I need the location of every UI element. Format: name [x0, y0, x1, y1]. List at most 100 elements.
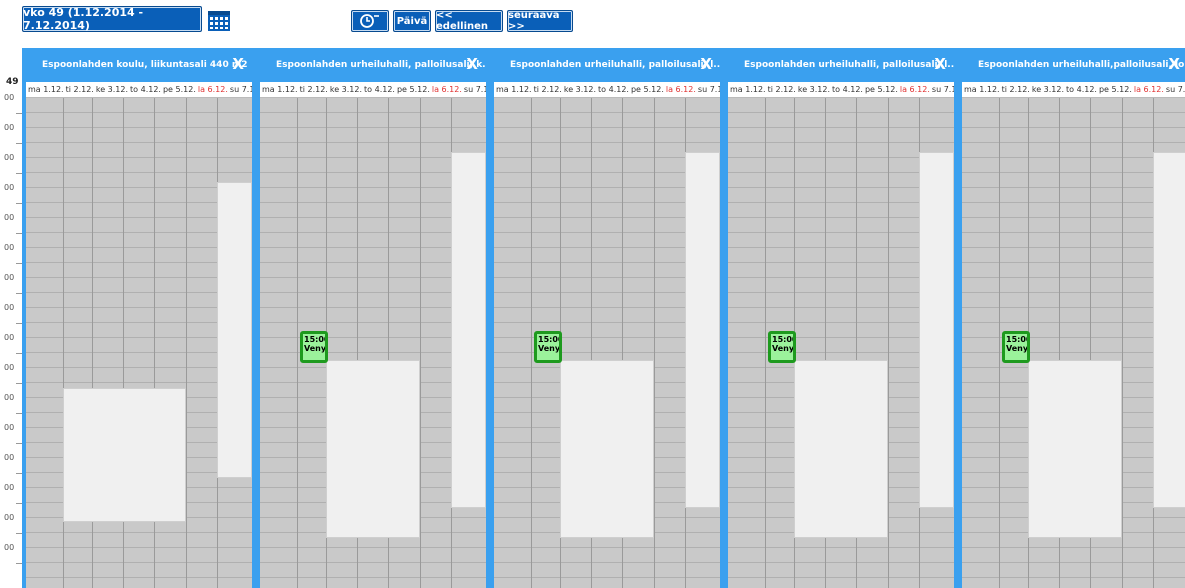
- day-header-row: ma 1.12. ti 2.12. ke 3.12. to 4.12. pe 5.12.…: [962, 82, 1185, 98]
- resource-panel: Espoonlahden urheiluhalli, palloilusali,…: [490, 48, 724, 588]
- day-header[interactable]: su 7.12.: [930, 85, 954, 94]
- day-header[interactable]: to 4.12.: [362, 85, 395, 94]
- day-header[interactable]: ti 2.12.: [64, 85, 94, 94]
- day-header[interactable]: la 6.12.: [664, 85, 696, 94]
- day-header[interactable]: ti 2.12.: [532, 85, 562, 94]
- day-header[interactable]: ke 3.12.: [328, 85, 362, 94]
- day-header[interactable]: pe 5.12.: [629, 85, 664, 94]
- day-header[interactable]: to 4.12.: [1064, 85, 1097, 94]
- hour-label: 00: [4, 393, 15, 402]
- day-header[interactable]: su 7.12.: [228, 85, 252, 94]
- open-time-block[interactable]: [1153, 152, 1185, 508]
- open-time-block[interactable]: [560, 360, 654, 538]
- day-header[interactable]: ma 1.12.: [728, 85, 766, 94]
- day-view-button[interactable]: Päivä: [393, 10, 431, 32]
- day-header[interactable]: pe 5.12.: [395, 85, 430, 94]
- clock-icon: [360, 14, 379, 28]
- open-time-block[interactable]: [63, 388, 186, 522]
- day-header[interactable]: pe 5.12.: [161, 85, 196, 94]
- day-header[interactable]: la 6.12.: [1132, 85, 1164, 94]
- day-header[interactable]: ke 3.12.: [1030, 85, 1064, 94]
- day-header[interactable]: su 7.12.: [1164, 85, 1185, 94]
- day-column-divider: [297, 98, 298, 588]
- hour-label: 00: [4, 93, 15, 102]
- time-grid[interactable]: 15:00 Veny: [728, 98, 954, 588]
- hour-label: 00: [4, 273, 15, 282]
- day-header[interactable]: pe 5.12.: [1097, 85, 1132, 94]
- time-range-button[interactable]: [351, 10, 389, 32]
- event-time: 15:00: [1006, 335, 1030, 344]
- day-header[interactable]: ti 2.12.: [298, 85, 328, 94]
- day-header[interactable]: ma 1.12.: [260, 85, 298, 94]
- day-header[interactable]: ke 3.12.: [94, 85, 128, 94]
- open-time-block[interactable]: [217, 182, 252, 478]
- day-header[interactable]: to 4.12.: [830, 85, 863, 94]
- hour-label: 00: [4, 123, 15, 132]
- calendar-icon[interactable]: [207, 8, 231, 32]
- panel-header: Espoonlahden koulu, liikuntasali 440 m2 X: [26, 48, 252, 82]
- close-panel-button[interactable]: X: [466, 54, 478, 74]
- time-grid[interactable]: 15:00 Veny: [260, 98, 486, 588]
- day-header[interactable]: la 6.12.: [430, 85, 462, 94]
- day-header[interactable]: ke 3.12.: [562, 85, 596, 94]
- day-header-row: ma 1.12. ti 2.12. ke 3.12. to 4.12. pe 5.12.…: [494, 82, 720, 98]
- open-time-block[interactable]: [685, 152, 720, 508]
- next-week-button[interactable]: seuraava >>: [507, 10, 573, 32]
- day-header[interactable]: ma 1.12.: [26, 85, 64, 94]
- day-header-row: ma 1.12. ti 2.12. ke 3.12. to 4.12. pe 5.12.…: [728, 82, 954, 98]
- panel-title: Espoonlahden urheiluhalli, palloilusali,…: [276, 60, 486, 70]
- hour-label: 00: [4, 543, 15, 552]
- day-header-row: ma 1.12. ti 2.12. ke 3.12. to 4.12. pe 5.12.…: [26, 82, 252, 98]
- booking-event[interactable]: 15:00 Veny: [534, 331, 562, 363]
- time-grid[interactable]: 15:00 Veny: [962, 98, 1185, 588]
- close-panel-button[interactable]: X: [700, 54, 712, 74]
- previous-week-button[interactable]: << edellinen: [435, 10, 503, 32]
- day-header[interactable]: ma 1.12.: [494, 85, 532, 94]
- close-panel-button[interactable]: X: [1168, 54, 1180, 74]
- booking-event[interactable]: 15:00 Veny: [768, 331, 796, 363]
- day-header[interactable]: to 4.12.: [596, 85, 629, 94]
- resource-panel: Espoonlahden koulu, liikuntasali 440 m2 X…: [22, 48, 256, 588]
- week-selector-button[interactable]: vko 49 (1.12.2014 - 7.12.2014): [22, 6, 202, 32]
- booking-event[interactable]: 15:00 Veny: [300, 331, 328, 363]
- open-time-block[interactable]: [326, 360, 420, 538]
- hour-label: 00: [4, 483, 15, 492]
- day-header[interactable]: la 6.12.: [898, 85, 930, 94]
- resource-panel: Espoonlahden urheiluhalli,palloilusali, …: [958, 48, 1185, 588]
- close-panel-button[interactable]: X: [934, 54, 946, 74]
- day-header[interactable]: ti 2.12.: [766, 85, 796, 94]
- hour-label: 00: [4, 423, 15, 432]
- hour-label: 00: [4, 363, 15, 372]
- hour-label: 00: [4, 213, 15, 222]
- event-name: Veny: [538, 344, 561, 353]
- day-header[interactable]: ma 1.12.: [962, 85, 1000, 94]
- day-header[interactable]: la 6.12.: [196, 85, 228, 94]
- day-header[interactable]: ke 3.12.: [796, 85, 830, 94]
- close-panel-button[interactable]: X: [232, 54, 244, 74]
- open-time-block[interactable]: [919, 152, 954, 508]
- open-time-block[interactable]: [1028, 360, 1122, 538]
- open-time-block[interactable]: [794, 360, 888, 538]
- time-grid[interactable]: 15:00 Veny: [494, 98, 720, 588]
- day-column-divider: [531, 98, 532, 588]
- day-header[interactable]: su 7.12.: [462, 85, 486, 94]
- resource-panel: Espoonlahden urheiluhalli, palloilusali,…: [256, 48, 490, 588]
- event-name: Veny: [772, 344, 795, 353]
- day-header[interactable]: to 4.12.: [128, 85, 161, 94]
- day-column-divider: [654, 98, 655, 588]
- day-column-divider: [1122, 98, 1123, 588]
- day-header-row: ma 1.12. ti 2.12. ke 3.12. to 4.12. pe 5.12.…: [260, 82, 486, 98]
- open-time-block[interactable]: [451, 152, 486, 508]
- panel-title: Espoonlahden koulu, liikuntasali 440 m2: [42, 60, 248, 70]
- time-grid[interactable]: [26, 98, 252, 588]
- day-header[interactable]: pe 5.12.: [863, 85, 898, 94]
- week-number: 49: [6, 77, 19, 87]
- day-header[interactable]: su 7.12.: [696, 85, 720, 94]
- day-column-divider: [765, 98, 766, 588]
- panel-title: Espoonlahden urheiluhalli, palloilusali,…: [510, 60, 720, 70]
- hour-label: 00: [4, 333, 15, 342]
- booking-event[interactable]: 15:00 Veny: [1002, 331, 1030, 363]
- hour-label: 00: [4, 513, 15, 522]
- event-time: 15:00: [538, 335, 562, 344]
- day-header[interactable]: ti 2.12.: [1000, 85, 1030, 94]
